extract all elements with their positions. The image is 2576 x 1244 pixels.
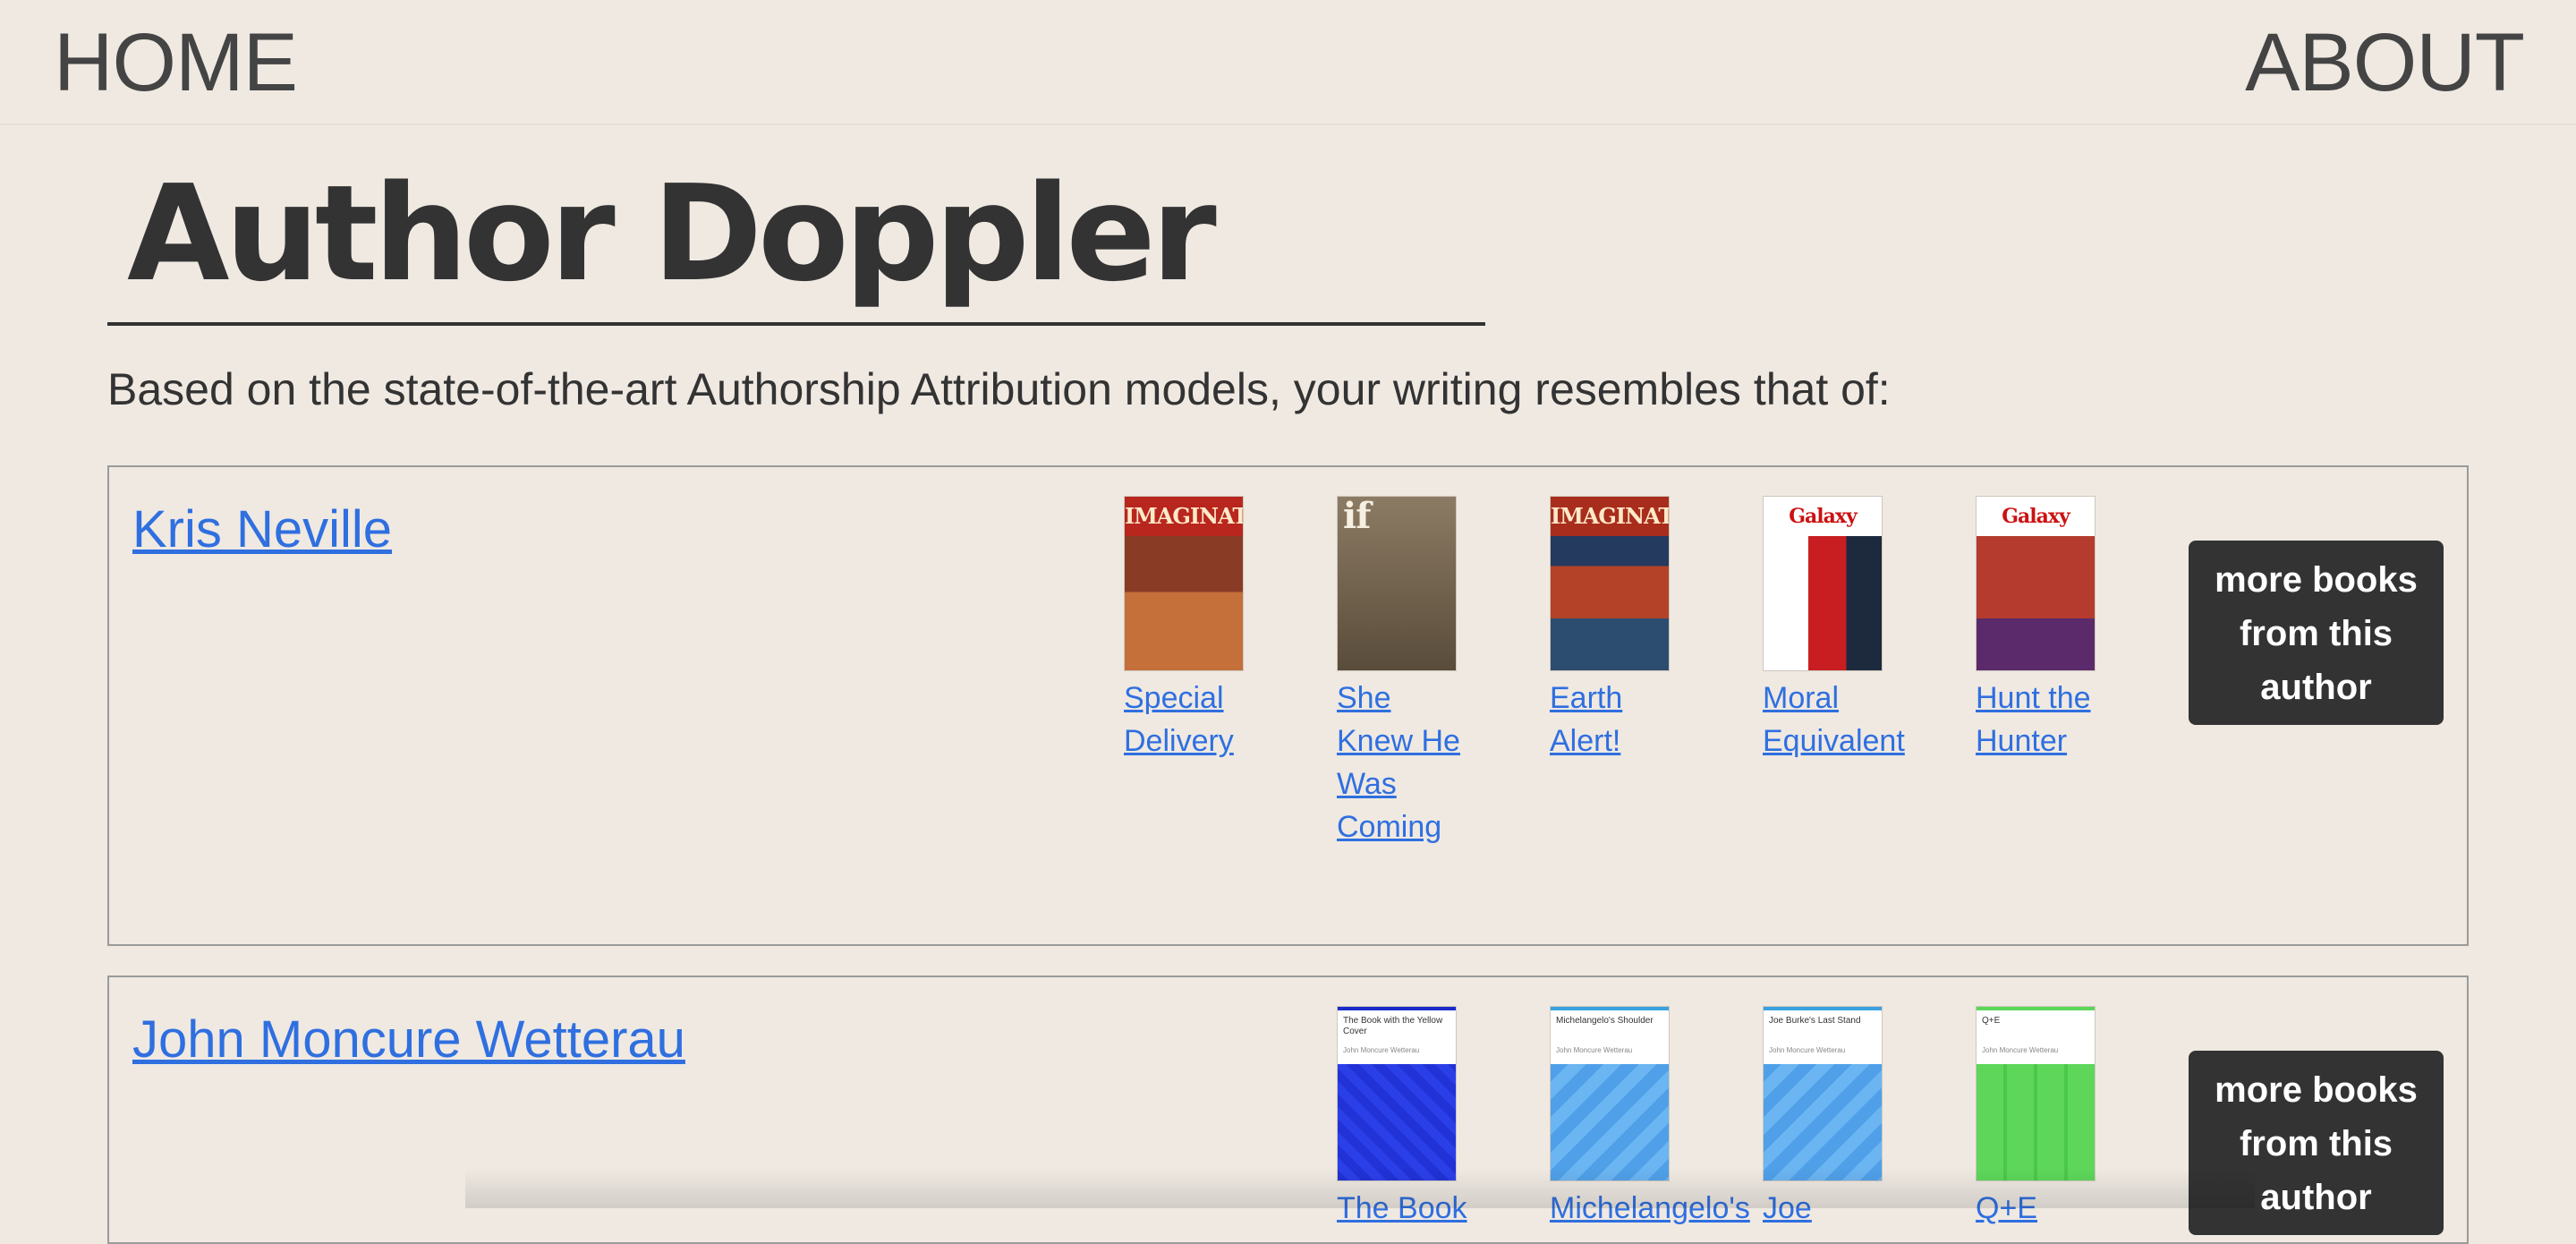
title-divider: [107, 322, 1485, 326]
book-cover-image[interactable]: Galaxy: [1763, 496, 1883, 671]
book-item: IMAGINATION Earth Alert!: [1550, 496, 1675, 763]
cover-author: John Moncure Wetterau: [1556, 1046, 1633, 1054]
book-item: Galaxy Moral Equivalent: [1763, 496, 1905, 763]
cover-top-bar: [1338, 1007, 1456, 1010]
cover-pattern: [1551, 1064, 1669, 1180]
cover-title: Q+E: [1982, 1016, 2001, 1026]
book-item: if She Knew He Was Coming: [1337, 496, 1462, 848]
cover-masthead: Galaxy: [1977, 497, 2095, 536]
cover-masthead: IMAGINATION: [1125, 497, 1243, 536]
cover-top-bar: [1551, 1007, 1669, 1010]
book-cover-image[interactable]: The Book with the Yellow Cover John Monc…: [1337, 1006, 1457, 1181]
top-nav: HOME ABOUT: [0, 0, 2576, 125]
cover-top-bar: [1977, 1007, 2095, 1010]
more-books-button[interactable]: more books from this author: [2189, 541, 2444, 725]
cover-title: Michelangelo's Shoulder: [1556, 1016, 1654, 1026]
book-item: Galaxy Hunt the Hunter: [1976, 496, 2101, 763]
cover-author: John Moncure Wetterau: [1343, 1046, 1420, 1054]
book-cover-image[interactable]: Q+E John Moncure Wetterau: [1976, 1006, 2096, 1181]
cover-author: John Moncure Wetterau: [1769, 1046, 1846, 1054]
book-title-link[interactable]: She Knew He Was Coming: [1337, 677, 1462, 848]
cover-author: John Moncure Wetterau: [1982, 1046, 2059, 1054]
nav-about-link[interactable]: ABOUT: [2245, 16, 2525, 109]
author-card: Kris Neville IMAGINATION Special Deliver…: [107, 465, 2469, 946]
book-cover-image[interactable]: if: [1337, 496, 1457, 671]
book-cover-image[interactable]: Galaxy: [1976, 496, 2096, 671]
book-cover-image[interactable]: IMAGINATION: [1124, 496, 1244, 671]
book-cover-image[interactable]: IMAGINATION: [1550, 496, 1670, 671]
book-title-link[interactable]: Earth Alert!: [1550, 677, 1657, 763]
book-title-link[interactable]: Moral Equivalent: [1763, 677, 1906, 763]
cover-pattern: [1764, 1064, 1882, 1180]
book-cover-image[interactable]: Michelangelo's Shoulder John Moncure Wet…: [1550, 1006, 1670, 1181]
cover-title: Joe Burke's Last Stand: [1769, 1016, 1861, 1026]
cover-title: The Book with the Yellow Cover: [1343, 1016, 1443, 1036]
book-title-link[interactable]: Hunt the Hunter: [1976, 677, 2101, 763]
author-name-link[interactable]: John Moncure Wetterau: [132, 1004, 685, 1076]
book-cover-image[interactable]: Joe Burke's Last Stand John Moncure Wett…: [1763, 1006, 1883, 1181]
page-title: Author Doppler: [127, 157, 1217, 311]
book-item: IMAGINATION Special Delivery: [1124, 496, 1249, 763]
nav-home-link[interactable]: HOME: [54, 16, 298, 109]
cover-top-bar: [1764, 1007, 1882, 1010]
cover-pattern: [1977, 1064, 2095, 1180]
author-name-link[interactable]: Kris Neville: [132, 494, 392, 566]
book-title-link[interactable]: Special Delivery: [1124, 677, 1276, 763]
cover-masthead: IMAGINATION: [1551, 497, 1669, 536]
cover-masthead: if: [1343, 496, 1371, 537]
scroll-shadow: [465, 1168, 2255, 1208]
cover-pattern: [1338, 1064, 1456, 1180]
intro-text: Based on the state-of-the-art Authorship…: [107, 364, 1891, 414]
cover-masthead: Galaxy: [1764, 497, 1882, 536]
